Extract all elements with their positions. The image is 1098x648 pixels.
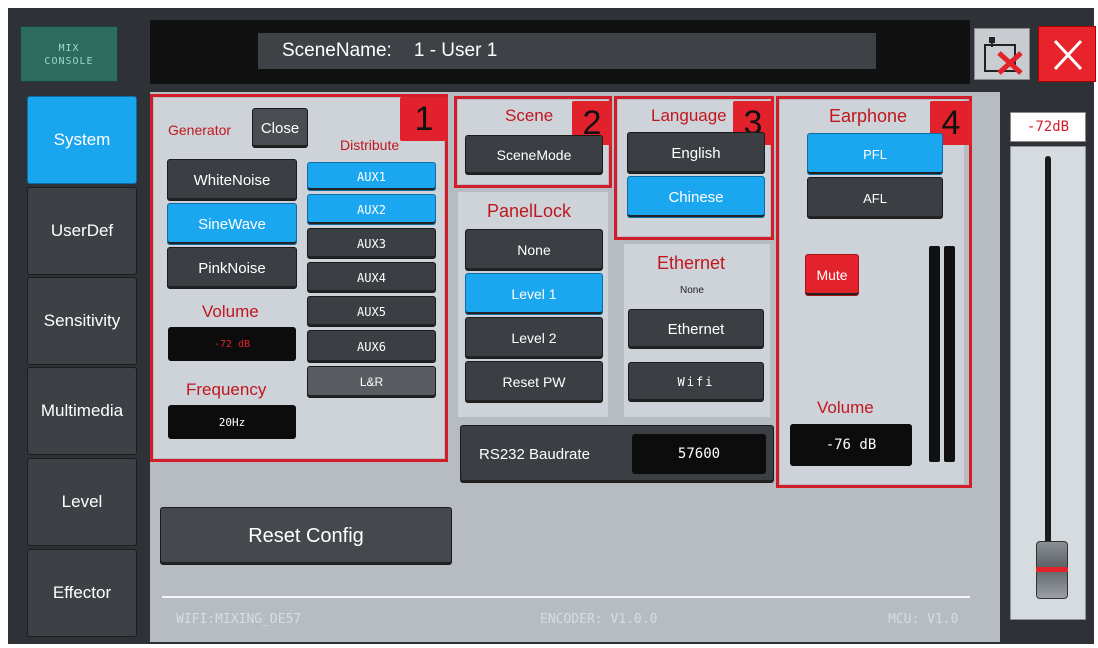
scene-name-display[interactable]: SceneName: 1 - User 1 [258, 33, 876, 69]
fader-knob-indicator [1036, 567, 1068, 572]
scene-title: Scene [505, 106, 554, 125]
panellock-level1-button[interactable]: Level 1 [465, 273, 603, 315]
sidebar-item-sensitivity[interactable]: Sensitivity [27, 277, 137, 365]
earphone-pfl-button[interactable]: PFL [807, 133, 943, 175]
generator-close-button[interactable]: Close [252, 108, 308, 148]
pinknoise-button[interactable]: PinkNoise [167, 247, 297, 289]
sidebar-item-label: Level [61, 492, 103, 511]
language-chinese-button[interactable]: Chinese [627, 176, 765, 218]
disconnect-icon [984, 37, 1023, 75]
distribute-aux3-button[interactable]: AUX3 [307, 228, 436, 259]
sidebar-item-label: System [53, 130, 111, 149]
ethernet-button[interactable]: Ethernet [628, 309, 764, 349]
distribute-aux5-button[interactable]: AUX5 [307, 296, 436, 327]
earphone-volume-display[interactable]: -76 dB [790, 424, 912, 466]
language-english-button[interactable]: English [627, 132, 765, 174]
fader-knob[interactable] [1036, 541, 1068, 599]
encoder-version: ENCODER: V1.0.0 [540, 612, 658, 627]
ethernet-status: None [680, 285, 704, 296]
sidebar-item-label: Sensitivity [43, 311, 121, 330]
scene-name-label: SceneName: [282, 40, 392, 61]
earphone-title: Earphone [829, 106, 908, 126]
rs232-baudrate-value[interactable]: 57600 [632, 434, 766, 474]
close-icon [1053, 39, 1083, 71]
panellock-none-button[interactable]: None [465, 229, 603, 271]
distribute-aux4-button[interactable]: AUX4 [307, 262, 436, 293]
scene-name-value: 1 - User 1 [413, 40, 498, 61]
sidebar-item-userdef[interactable]: UserDef [27, 187, 137, 275]
fader-level-display: -72dB [1010, 112, 1086, 142]
distribute-lr-button[interactable]: L&R [307, 366, 436, 398]
section-badge-1: 1 [400, 97, 448, 141]
language-title: Language [651, 106, 727, 125]
sidebar-item-level[interactable]: Level [27, 458, 137, 546]
distribute-aux6-button[interactable]: AUX6 [307, 330, 436, 363]
sidebar-item-effector[interactable]: Effector [27, 549, 137, 637]
sidebar-item-system[interactable]: System [27, 96, 137, 184]
mix-console-logo: MIX CONSOLE [20, 26, 118, 82]
logo-line-1: MIX [58, 43, 80, 54]
wifi-status: WIFI:MIXING_DE57 [176, 612, 302, 627]
rs232-baudrate-label: RS232 Baudrate [479, 445, 590, 463]
mcu-version: MCU: V1.0 [888, 612, 959, 627]
generator-volume-title: Volume [202, 302, 259, 321]
generator-title: Generator [168, 122, 232, 138]
logo-line-2: CONSOLE [44, 56, 94, 67]
fader-slot [1045, 156, 1051, 596]
frequency-title: Frequency [186, 380, 267, 399]
reset-password-button[interactable]: Reset PW [465, 361, 603, 403]
generator-volume-display[interactable]: -72 dB [168, 327, 296, 361]
sidebar-item-label: Multimedia [40, 401, 124, 420]
earphone-afl-button[interactable]: AFL [807, 177, 943, 219]
earphone-meter-left [929, 246, 940, 462]
close-window-button[interactable] [1038, 26, 1096, 82]
sinewave-button[interactable]: SineWave [167, 203, 297, 245]
scenemode-button[interactable]: SceneMode [465, 135, 603, 175]
disconnect-button[interactable] [974, 28, 1030, 80]
earphone-volume-title: Volume [817, 398, 874, 417]
ethernet-title: Ethernet [657, 253, 726, 273]
distribute-aux1-button[interactable]: AUX1 [307, 162, 436, 191]
frequency-display[interactable]: 20Hz [168, 405, 296, 439]
footer-divider [162, 596, 970, 598]
earphone-mute-button[interactable]: Mute [805, 254, 859, 296]
wifi-button[interactable]: Wifi [628, 362, 764, 402]
whitenoise-button[interactable]: WhiteNoise [167, 159, 297, 201]
panellock-title: PanelLock [487, 201, 572, 221]
sidebar-item-multimedia[interactable]: Multimedia [27, 367, 137, 455]
sidebar-item-label: Effector [52, 583, 112, 602]
reset-config-button[interactable]: Reset Config [160, 507, 452, 565]
earphone-meter-right [944, 246, 955, 462]
sidebar-item-label: UserDef [50, 221, 114, 240]
distribute-title: Distribute [340, 137, 400, 153]
distribute-aux2-button[interactable]: AUX2 [307, 194, 436, 225]
panellock-level2-button[interactable]: Level 2 [465, 317, 603, 359]
